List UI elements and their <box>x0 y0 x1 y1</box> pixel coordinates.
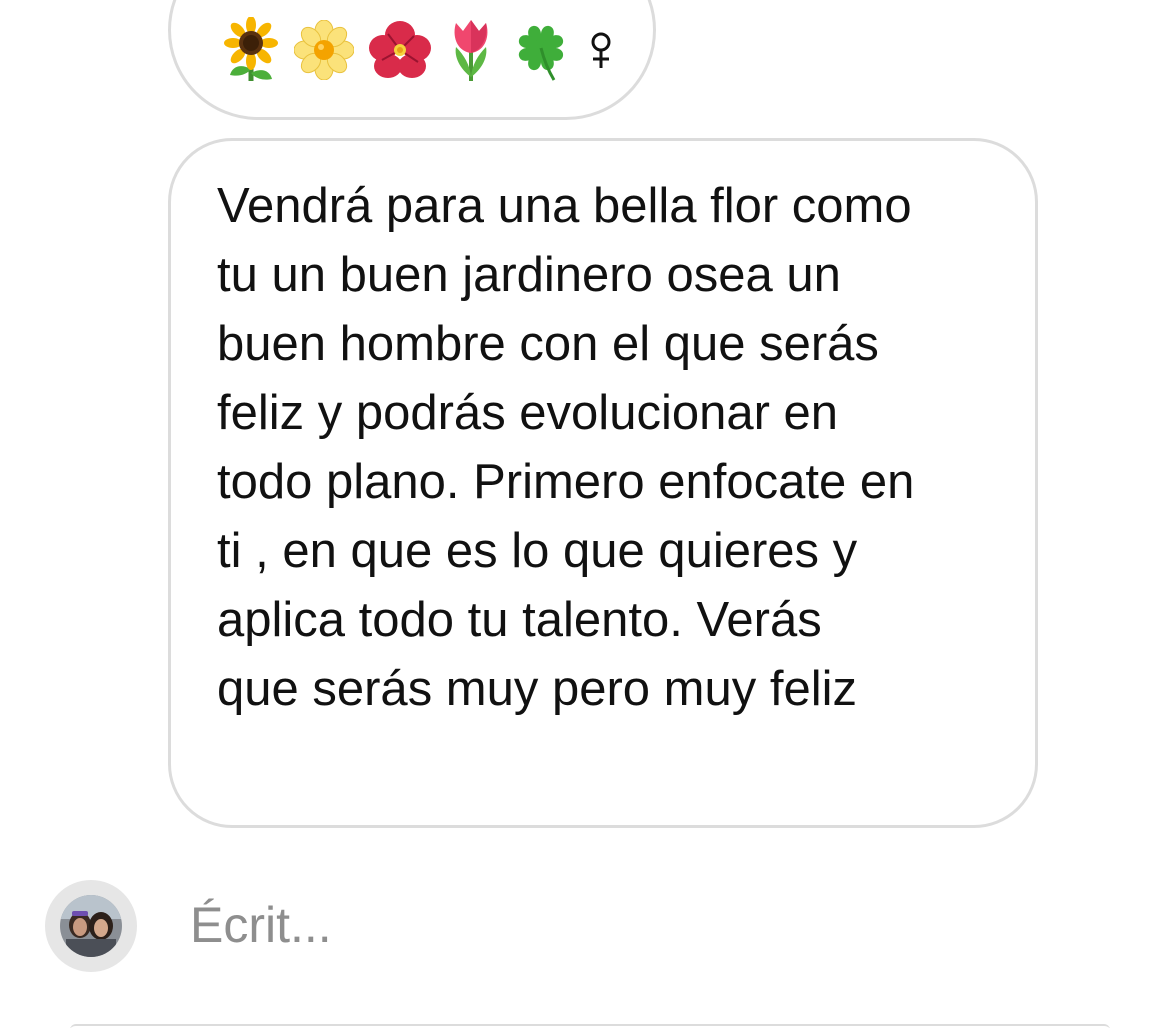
bottom-divider <box>70 1024 1110 1028</box>
avatar-image-icon <box>60 895 122 957</box>
message-line: todo plano. Primero enfocate en <box>217 455 915 509</box>
avatar-photo <box>60 895 122 957</box>
message-line: que serás muy pero muy feliz <box>217 662 857 716</box>
blossom-icon <box>294 20 354 80</box>
message-line: feliz y podrás evolucionar en <box>217 386 839 440</box>
sunflower-icon <box>224 17 278 81</box>
tulip-icon <box>454 20 488 81</box>
female-sign-icon <box>591 32 611 68</box>
message-input[interactable]: Écrit... <box>190 893 332 957</box>
message-text: Vendrá para una bella flor como tu un bu… <box>217 172 1017 724</box>
avatar[interactable] <box>45 880 137 972</box>
message-line: ti , en que es lo que quieres y <box>217 524 858 578</box>
chat-screen: Vendrá para una bella flor como tu un bu… <box>0 0 1170 1028</box>
four-leaf-clover-icon <box>518 25 564 81</box>
message-line: Vendrá para una bella flor como <box>217 179 912 233</box>
message-line: tu un buen jardinero osea un <box>217 248 841 302</box>
message-line: aplica todo tu talento. Verás <box>217 593 822 647</box>
message-line: buen hombre con el que serás <box>217 317 879 371</box>
hibiscus-icon <box>369 21 431 78</box>
emoji-message-content <box>222 16 616 84</box>
